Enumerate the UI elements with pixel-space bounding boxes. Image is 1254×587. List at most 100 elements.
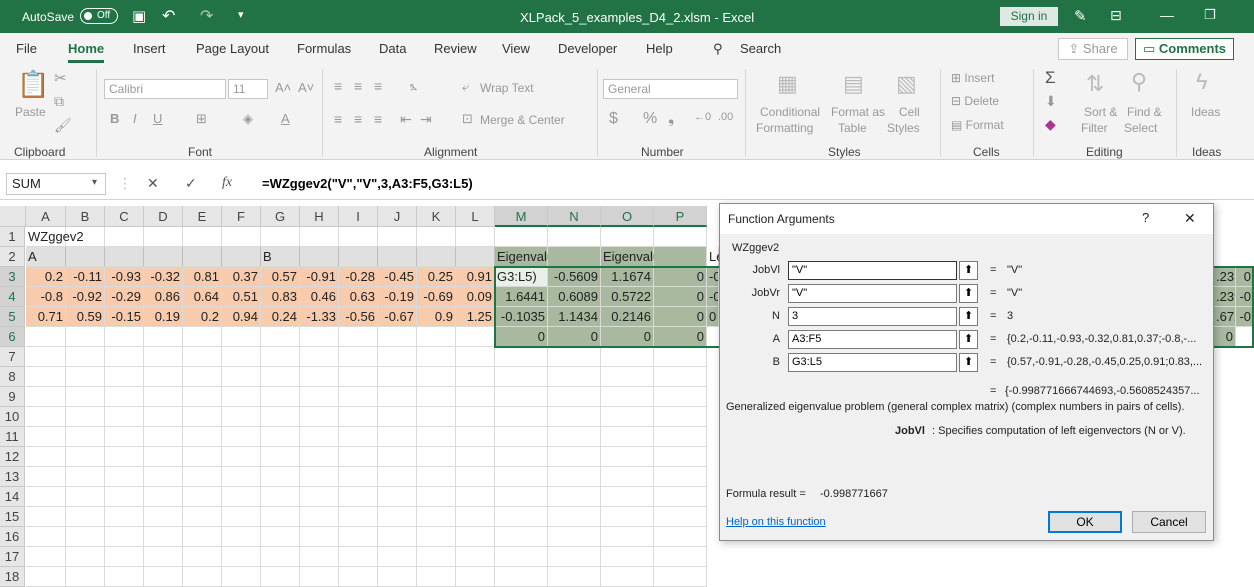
- cell-a2[interactable]: A: [26, 247, 66, 267]
- output-cell[interactable]: 0.2146: [601, 307, 654, 327]
- cell[interactable]: -0: [1236, 307, 1254, 327]
- select-all-corner[interactable]: [0, 206, 26, 227]
- cell-q2[interactable]: Le: [707, 247, 723, 267]
- cell[interactable]: [417, 527, 456, 547]
- cell[interactable]: [548, 427, 601, 447]
- column-header-k[interactable]: K: [417, 206, 456, 227]
- row-header-6[interactable]: 6: [0, 327, 25, 347]
- cell-styles-label-1[interactable]: Cell: [899, 105, 920, 119]
- cell[interactable]: [26, 507, 66, 527]
- cell[interactable]: [66, 527, 105, 547]
- cell[interactable]: [222, 447, 261, 467]
- cell[interactable]: [261, 387, 300, 407]
- cell[interactable]: [300, 447, 339, 467]
- cell[interactable]: [601, 487, 654, 507]
- cell[interactable]: [144, 347, 183, 367]
- cell[interactable]: [105, 567, 144, 587]
- output-cell[interactable]: 1.1674: [601, 267, 654, 287]
- cell-m2[interactable]: Eigenvalues (Alp: [495, 247, 595, 267]
- cell[interactable]: [66, 507, 105, 527]
- cell[interactable]: [601, 367, 654, 387]
- cell[interactable]: [495, 487, 548, 507]
- matrix-a-cell[interactable]: 0.64: [183, 287, 222, 307]
- cell[interactable]: [66, 567, 105, 587]
- cell[interactable]: [66, 367, 105, 387]
- cell[interactable]: [339, 567, 378, 587]
- cell[interactable]: [183, 567, 222, 587]
- cell[interactable]: [183, 447, 222, 467]
- insert-function-icon[interactable]: fx: [222, 175, 232, 191]
- conditional-formatting-icon[interactable]: ▦: [777, 71, 798, 97]
- cell[interactable]: [66, 407, 105, 427]
- column-header-m[interactable]: M: [495, 206, 548, 227]
- cell[interactable]: [26, 467, 66, 487]
- cell[interactable]: [654, 547, 707, 567]
- header-cell[interactable]: [417, 247, 456, 267]
- cell[interactable]: [417, 487, 456, 507]
- minimize-icon[interactable]: —: [1160, 7, 1174, 23]
- tab-home[interactable]: Home: [68, 41, 105, 63]
- cell[interactable]: [417, 507, 456, 527]
- matrix-b-cell[interactable]: -0.19: [378, 287, 417, 307]
- cell[interactable]: [378, 507, 417, 527]
- cell[interactable]: [26, 547, 66, 567]
- cell[interactable]: [601, 227, 654, 247]
- cell[interactable]: [183, 467, 222, 487]
- cell[interactable]: .672: [1214, 307, 1236, 327]
- cell[interactable]: [456, 227, 495, 247]
- cell[interactable]: [548, 487, 601, 507]
- cell[interactable]: [144, 447, 183, 467]
- cell[interactable]: [183, 347, 222, 367]
- header-cell[interactable]: [378, 247, 417, 267]
- cell[interactable]: [300, 327, 339, 347]
- cell[interactable]: [495, 407, 548, 427]
- cell[interactable]: [183, 427, 222, 447]
- insert-cells-button[interactable]: ⊞ Insert: [951, 71, 994, 85]
- row-header-17[interactable]: 17: [0, 547, 25, 567]
- cell[interactable]: 0: [1214, 327, 1236, 347]
- cell[interactable]: [339, 327, 378, 347]
- cell[interactable]: [548, 567, 601, 587]
- matrix-a-cell[interactable]: 0.37: [222, 267, 261, 287]
- name-box[interactable]: SUM: [6, 173, 106, 195]
- header-cell[interactable]: [105, 247, 144, 267]
- output-cell[interactable]: 0.6089: [548, 287, 601, 307]
- format-as-table-icon[interactable]: ▤: [843, 71, 864, 97]
- cell[interactable]: [601, 467, 654, 487]
- cell[interactable]: [222, 487, 261, 507]
- sign-in-button[interactable]: Sign in: [1000, 7, 1058, 26]
- header-cell[interactable]: [222, 247, 261, 267]
- cell[interactable]: 0: [707, 307, 719, 327]
- cell[interactable]: [183, 227, 222, 247]
- tab-file[interactable]: File: [16, 41, 37, 56]
- cell[interactable]: [417, 567, 456, 587]
- cell[interactable]: [300, 487, 339, 507]
- sort-filter-label-1[interactable]: Sort &: [1084, 105, 1117, 119]
- cell[interactable]: [495, 227, 548, 247]
- cell[interactable]: [183, 367, 222, 387]
- number-format-dropdown[interactable]: General: [603, 79, 738, 99]
- find-select-label-2[interactable]: Select: [1124, 121, 1157, 135]
- tab-developer[interactable]: Developer: [558, 41, 617, 56]
- cell[interactable]: [144, 367, 183, 387]
- cell[interactable]: [105, 407, 144, 427]
- wrap-text-icon[interactable]: ⤶: [462, 79, 469, 95]
- cell[interactable]: [222, 427, 261, 447]
- cell[interactable]: .239: [1214, 287, 1236, 307]
- comments-button[interactable]: ▭ Comments: [1135, 38, 1234, 60]
- matrix-b-cell[interactable]: -0.69: [417, 287, 456, 307]
- cell[interactable]: [183, 547, 222, 567]
- align-top-icon[interactable]: ≡: [334, 78, 342, 94]
- font-color-icon[interactable]: A: [281, 111, 290, 126]
- column-header-i[interactable]: I: [339, 206, 378, 227]
- cell[interactable]: [144, 527, 183, 547]
- matrix-b-cell[interactable]: 0.09: [456, 287, 495, 307]
- search-label[interactable]: Search: [740, 41, 781, 56]
- column-header-c[interactable]: C: [105, 206, 144, 227]
- cell[interactable]: [417, 227, 456, 247]
- decrease-indent-icon[interactable]: ⇤: [400, 111, 412, 128]
- row-header-12[interactable]: 12: [0, 447, 25, 467]
- cell[interactable]: [300, 407, 339, 427]
- cell[interactable]: [300, 387, 339, 407]
- cell[interactable]: [26, 447, 66, 467]
